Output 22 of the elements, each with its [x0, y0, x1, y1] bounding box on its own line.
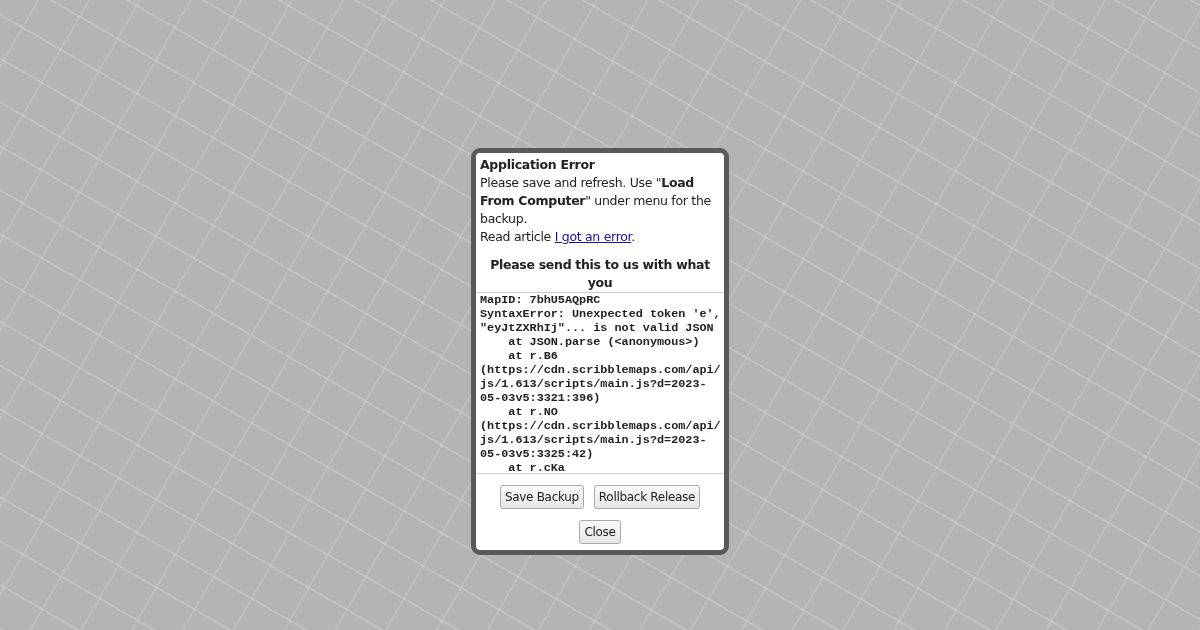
dialog-button[interactable]: Rollback Release — [593, 485, 701, 509]
error-log-box[interactable] — [476, 292, 724, 474]
article-link[interactable]: I got an error — [554, 229, 632, 244]
log-line: js/1.613/scripts/main.js?d=2023- — [480, 377, 708, 391]
article-sentence: Read article I got an error. — [479, 228, 636, 246]
log-line: js/1.613/scripts/main.js?d=2023- — [480, 433, 708, 447]
log-line: 05-03v5:3325:42) — [480, 447, 595, 461]
send-note: Please send this to us with what you — [489, 256, 711, 292]
log-line: "eyJtZXRhIj"... is not valid JSON — [480, 321, 715, 335]
log-line: at r.cKa — [507, 461, 566, 473]
close-button[interactable]: Close — [579, 520, 621, 544]
log-line: at r.B6 — [507, 349, 559, 363]
dialog-title: Application Error — [479, 156, 596, 174]
log-line: at JSON.parse (<anonymous>) — [507, 335, 701, 349]
log-line: SyntaxError: Unexpected token 'e', — [480, 307, 720, 321]
dialog-button[interactable]: Save Backup — [499, 485, 584, 509]
log-line: 05-03v5:3321:396) — [480, 391, 602, 405]
error-message: Please save and refresh. Use "Load From Computer" under menu for the backup. — [479, 174, 712, 228]
log-line: at r.NO — [507, 405, 559, 419]
log-line: (https://cdn.scribblemaps.com/api/ — [480, 419, 720, 433]
log-line: MapID: 7bhU5AQpRC — [480, 293, 602, 307]
log-line: (https://cdn.scribblemaps.com/api/ — [480, 363, 720, 377]
